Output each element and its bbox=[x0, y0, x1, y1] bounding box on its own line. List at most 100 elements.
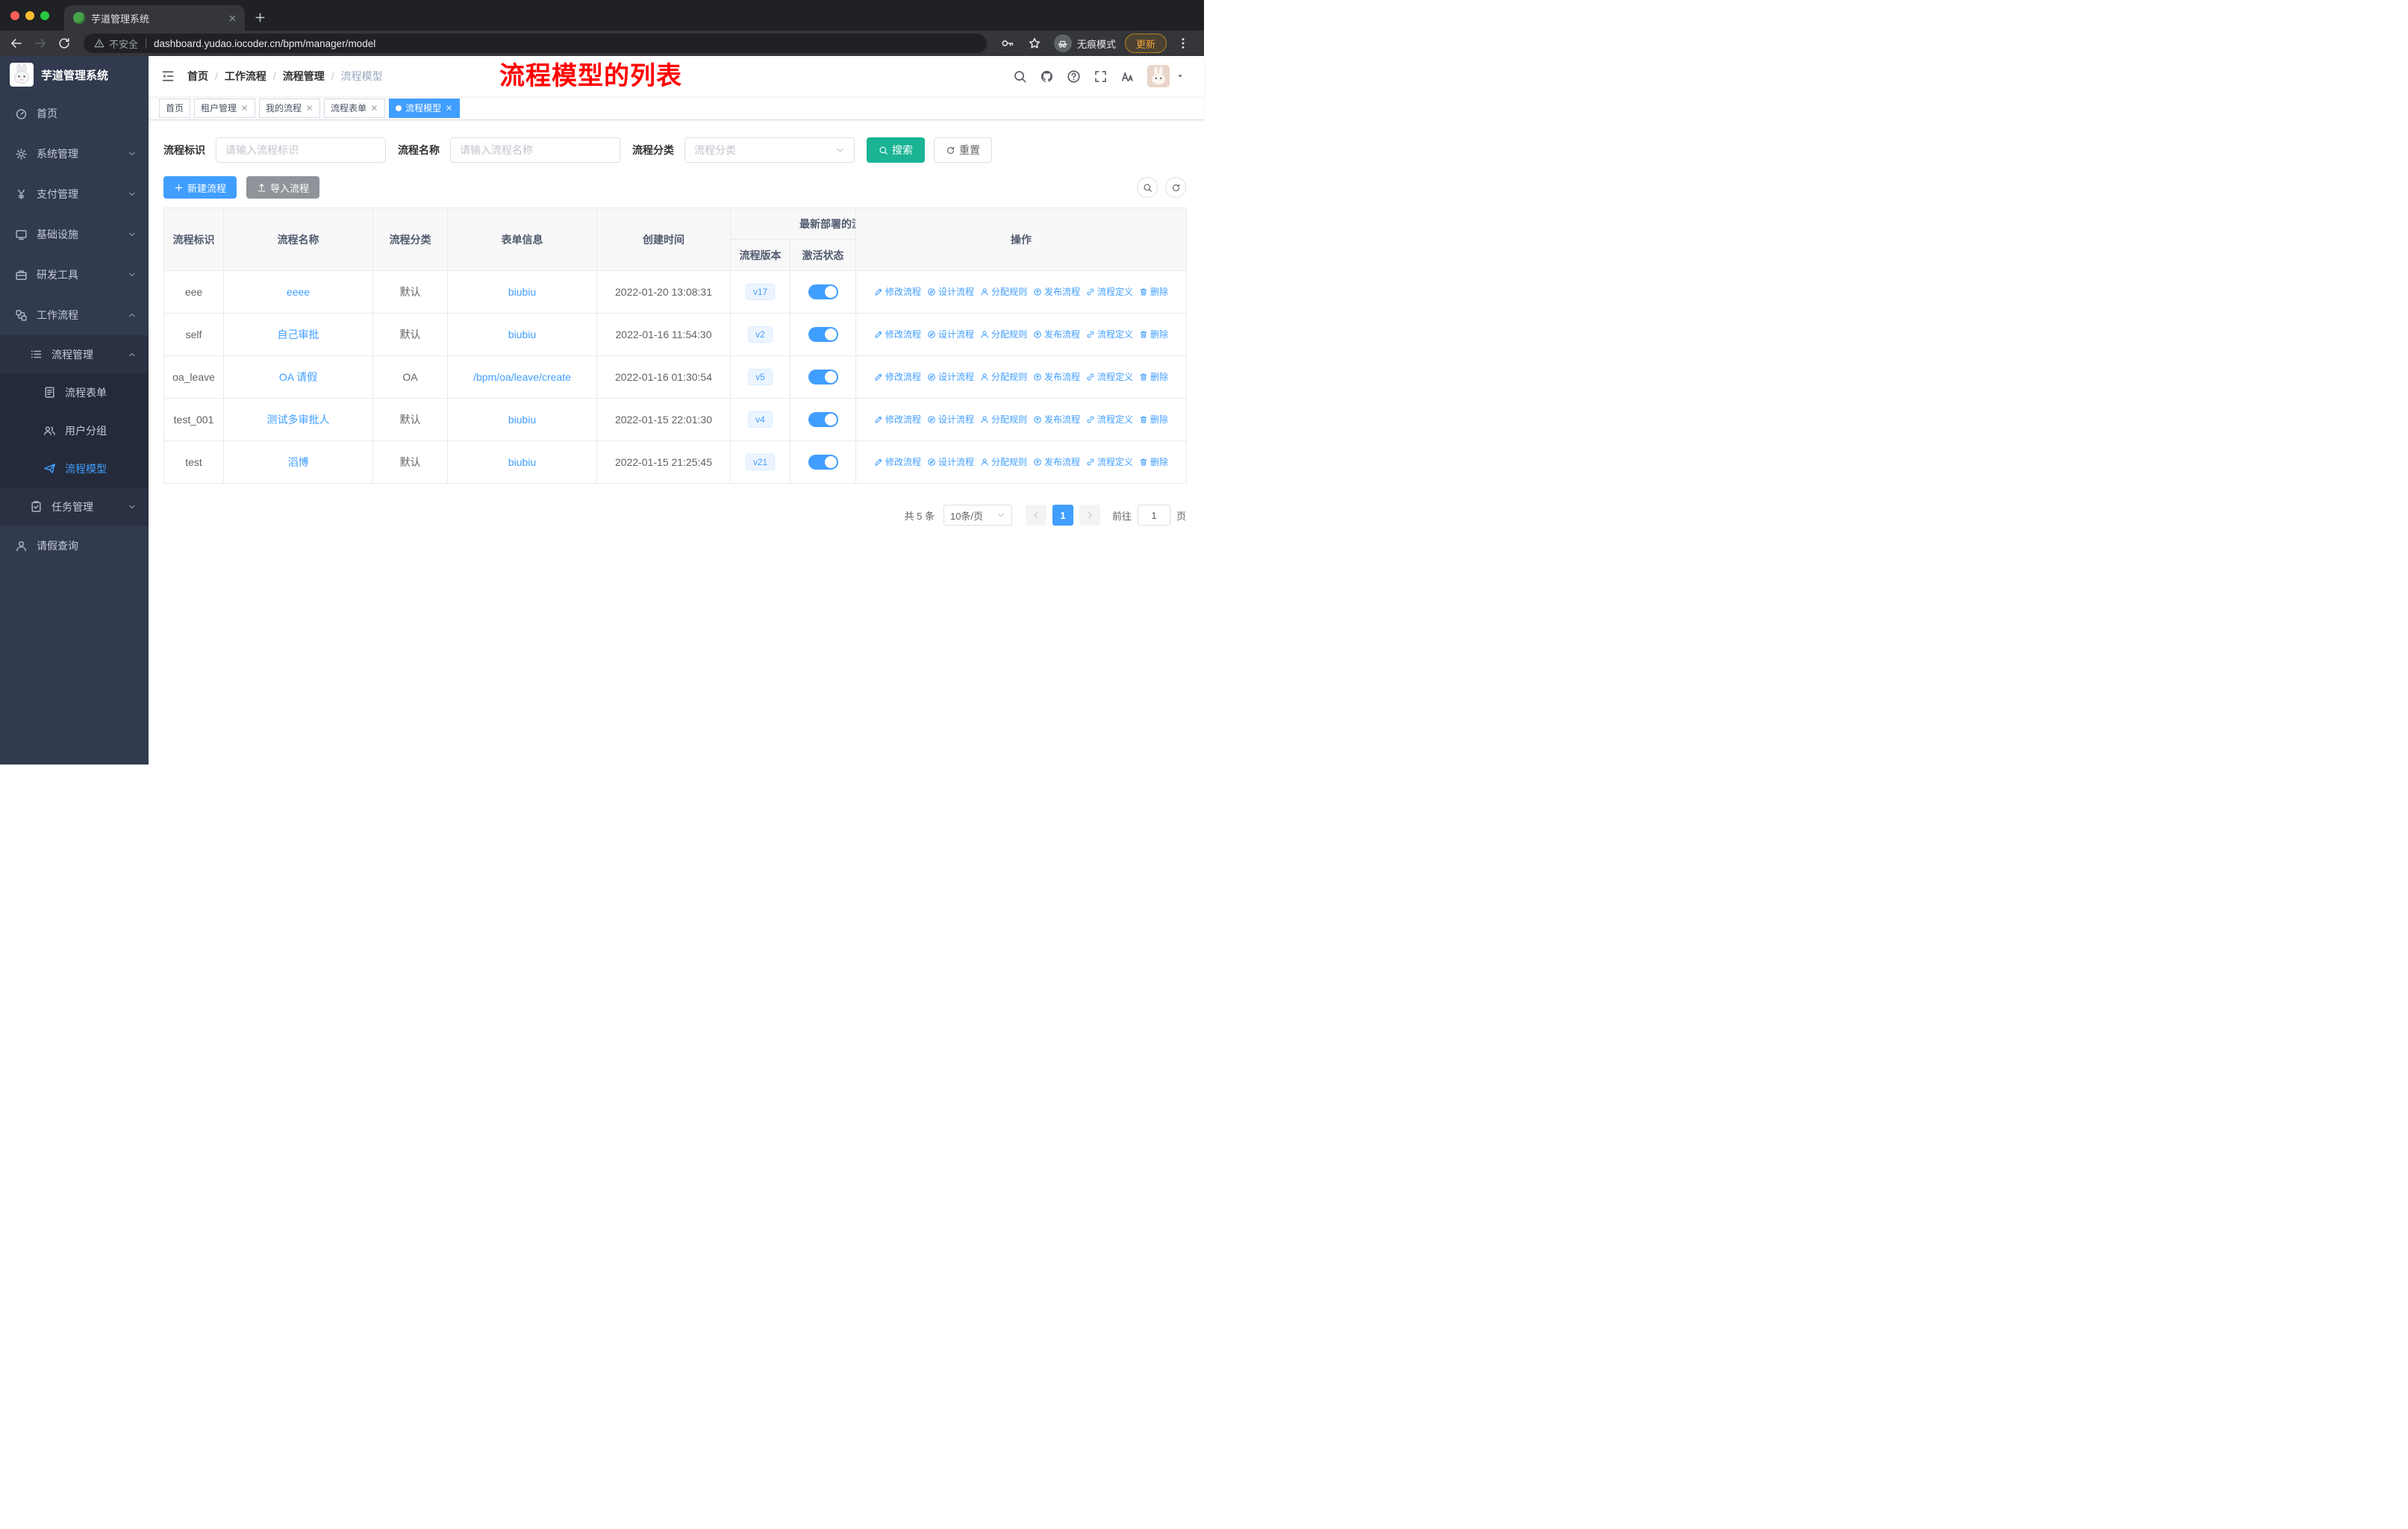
row-action-edit[interactable]: 修改流程 bbox=[874, 413, 921, 426]
row-action-design[interactable]: 设计流程 bbox=[927, 413, 974, 426]
forward-button[interactable] bbox=[34, 37, 47, 50]
sidebar-item-process-form[interactable]: 流程表单 bbox=[0, 373, 149, 411]
row-action-edit[interactable]: 修改流程 bbox=[874, 455, 921, 468]
tab-close-icon[interactable] bbox=[228, 13, 237, 23]
back-button[interactable] bbox=[10, 37, 23, 50]
security-warning-icon[interactable] bbox=[94, 38, 105, 49]
reset-button[interactable]: 重置 bbox=[934, 137, 992, 163]
github-icon[interactable] bbox=[1040, 69, 1054, 84]
search-icon[interactable] bbox=[1013, 69, 1027, 84]
row-action-design[interactable]: 设计流程 bbox=[927, 370, 974, 383]
active-toggle[interactable] bbox=[808, 412, 838, 427]
process-name-link[interactable]: 滔博 bbox=[288, 456, 309, 468]
form-link[interactable]: biubiu bbox=[508, 456, 536, 468]
new-tab-button[interactable] bbox=[254, 11, 266, 24]
sidebar-logo[interactable]: 芋道管理系统 bbox=[0, 56, 149, 93]
bookmark-star-icon[interactable] bbox=[1028, 37, 1041, 50]
row-action-delete[interactable]: 删除 bbox=[1139, 413, 1168, 426]
sidebar-item-system[interactable]: 系统管理 bbox=[0, 134, 149, 174]
sidebar-item-task-mgmt[interactable]: 任务管理 bbox=[0, 488, 149, 526]
row-action-design[interactable]: 设计流程 bbox=[927, 328, 974, 340]
sidebar-item-process-mgmt[interactable]: 流程管理 bbox=[0, 335, 149, 373]
font-size-icon[interactable] bbox=[1120, 69, 1135, 84]
row-action-design[interactable]: 设计流程 bbox=[927, 285, 974, 298]
create-process-button[interactable]: 新建流程 bbox=[163, 176, 237, 199]
page-tag-2[interactable]: 我的流程 bbox=[259, 98, 321, 118]
sidebar-toggle-icon[interactable] bbox=[160, 69, 175, 84]
row-action-edit[interactable]: 修改流程 bbox=[874, 285, 921, 298]
row-action-design[interactable]: 设计流程 bbox=[927, 455, 974, 468]
chrome-update-button[interactable]: 更新 bbox=[1124, 34, 1167, 53]
avatar-caret-icon[interactable] bbox=[1176, 72, 1185, 81]
row-action-assign[interactable]: 分配规则 bbox=[980, 370, 1027, 383]
import-process-button[interactable]: 导入流程 bbox=[246, 176, 320, 199]
process-key-input[interactable] bbox=[216, 137, 386, 163]
sidebar-item-devtools[interactable]: 研发工具 bbox=[0, 255, 149, 295]
sidebar-item-workflow[interactable]: 工作流程 bbox=[0, 295, 149, 335]
password-key-icon[interactable] bbox=[1001, 37, 1014, 50]
close-icon[interactable] bbox=[445, 104, 453, 112]
page-tag-3[interactable]: 流程表单 bbox=[324, 98, 386, 118]
page-tag-0[interactable]: 首页 bbox=[159, 98, 191, 118]
process-name-input[interactable] bbox=[450, 137, 620, 163]
breadcrumb-item-1[interactable]: 工作流程 bbox=[225, 69, 266, 84]
process-name-link[interactable]: eeee bbox=[287, 286, 310, 298]
row-action-delete[interactable]: 删除 bbox=[1139, 455, 1168, 468]
active-toggle[interactable] bbox=[808, 284, 838, 299]
row-action-assign[interactable]: 分配规则 bbox=[980, 285, 1027, 298]
row-action-edit[interactable]: 修改流程 bbox=[874, 370, 921, 383]
form-link[interactable]: biubiu bbox=[508, 286, 536, 298]
close-icon[interactable] bbox=[305, 104, 314, 112]
active-toggle[interactable] bbox=[808, 327, 838, 342]
process-name-link[interactable]: OA 请假 bbox=[279, 371, 317, 383]
page-tag-4[interactable]: 流程模型 bbox=[389, 98, 461, 118]
row-action-publish[interactable]: 发布流程 bbox=[1033, 455, 1080, 468]
row-action-assign[interactable]: 分配规则 bbox=[980, 455, 1027, 468]
form-link[interactable]: /bpm/oa/leave/create bbox=[473, 371, 571, 383]
page-tag-1[interactable]: 租户管理 bbox=[194, 98, 256, 118]
row-action-delete[interactable]: 删除 bbox=[1139, 328, 1168, 340]
process-name-link[interactable]: 测试多审批人 bbox=[267, 414, 330, 426]
next-page-button[interactable] bbox=[1079, 505, 1100, 526]
page-size-select[interactable]: 10条/页 bbox=[943, 505, 1012, 526]
row-action-publish[interactable]: 发布流程 bbox=[1033, 328, 1080, 340]
row-action-publish[interactable]: 发布流程 bbox=[1033, 413, 1080, 426]
breadcrumb-item-2[interactable]: 流程管理 bbox=[283, 69, 325, 84]
close-window-button[interactable] bbox=[10, 10, 19, 20]
close-icon[interactable] bbox=[370, 104, 378, 112]
zoom-window-button[interactable] bbox=[40, 10, 49, 20]
row-action-publish[interactable]: 发布流程 bbox=[1033, 370, 1080, 383]
sidebar-item-home[interactable]: 首页 bbox=[0, 93, 149, 134]
search-button[interactable]: 搜索 bbox=[867, 137, 925, 163]
row-action-definition[interactable]: 流程定义 bbox=[1086, 370, 1133, 383]
sidebar-item-payment[interactable]: 支付管理 bbox=[0, 174, 149, 214]
help-icon[interactable] bbox=[1067, 69, 1081, 84]
refresh-table-button[interactable] bbox=[1165, 177, 1186, 198]
process-name-link[interactable]: 自己审批 bbox=[278, 328, 319, 340]
goto-page-input[interactable] bbox=[1137, 505, 1170, 526]
row-action-publish[interactable]: 发布流程 bbox=[1033, 285, 1080, 298]
row-action-edit[interactable]: 修改流程 bbox=[874, 328, 921, 340]
form-link[interactable]: biubiu bbox=[508, 328, 536, 340]
address-bar[interactable]: 不安全 dashboard.yudao.iocoder.cn/bpm/manag… bbox=[84, 34, 987, 53]
minimize-window-button[interactable] bbox=[25, 10, 34, 20]
toggle-search-button[interactable] bbox=[1137, 177, 1158, 198]
active-toggle[interactable] bbox=[808, 455, 838, 470]
page-number-button[interactable]: 1 bbox=[1052, 505, 1073, 526]
sidebar-item-user-group[interactable]: 用户分组 bbox=[0, 411, 149, 449]
reload-button[interactable] bbox=[57, 37, 71, 50]
sidebar-item-process-model[interactable]: 流程模型 bbox=[0, 449, 149, 488]
row-action-definition[interactable]: 流程定义 bbox=[1086, 413, 1133, 426]
row-action-delete[interactable]: 删除 bbox=[1139, 370, 1168, 383]
row-action-assign[interactable]: 分配规则 bbox=[980, 413, 1027, 426]
form-link[interactable]: biubiu bbox=[508, 414, 536, 426]
breadcrumb-item-0[interactable]: 首页 bbox=[187, 69, 208, 84]
row-action-delete[interactable]: 删除 bbox=[1139, 285, 1168, 298]
close-icon[interactable] bbox=[240, 104, 249, 112]
row-action-assign[interactable]: 分配规则 bbox=[980, 328, 1027, 340]
row-action-definition[interactable]: 流程定义 bbox=[1086, 285, 1133, 298]
row-action-definition[interactable]: 流程定义 bbox=[1086, 455, 1133, 468]
user-avatar[interactable] bbox=[1147, 65, 1170, 87]
process-category-select[interactable]: 流程分类 bbox=[684, 137, 855, 163]
sidebar-item-leave-query[interactable]: 请假查询 bbox=[0, 526, 149, 566]
